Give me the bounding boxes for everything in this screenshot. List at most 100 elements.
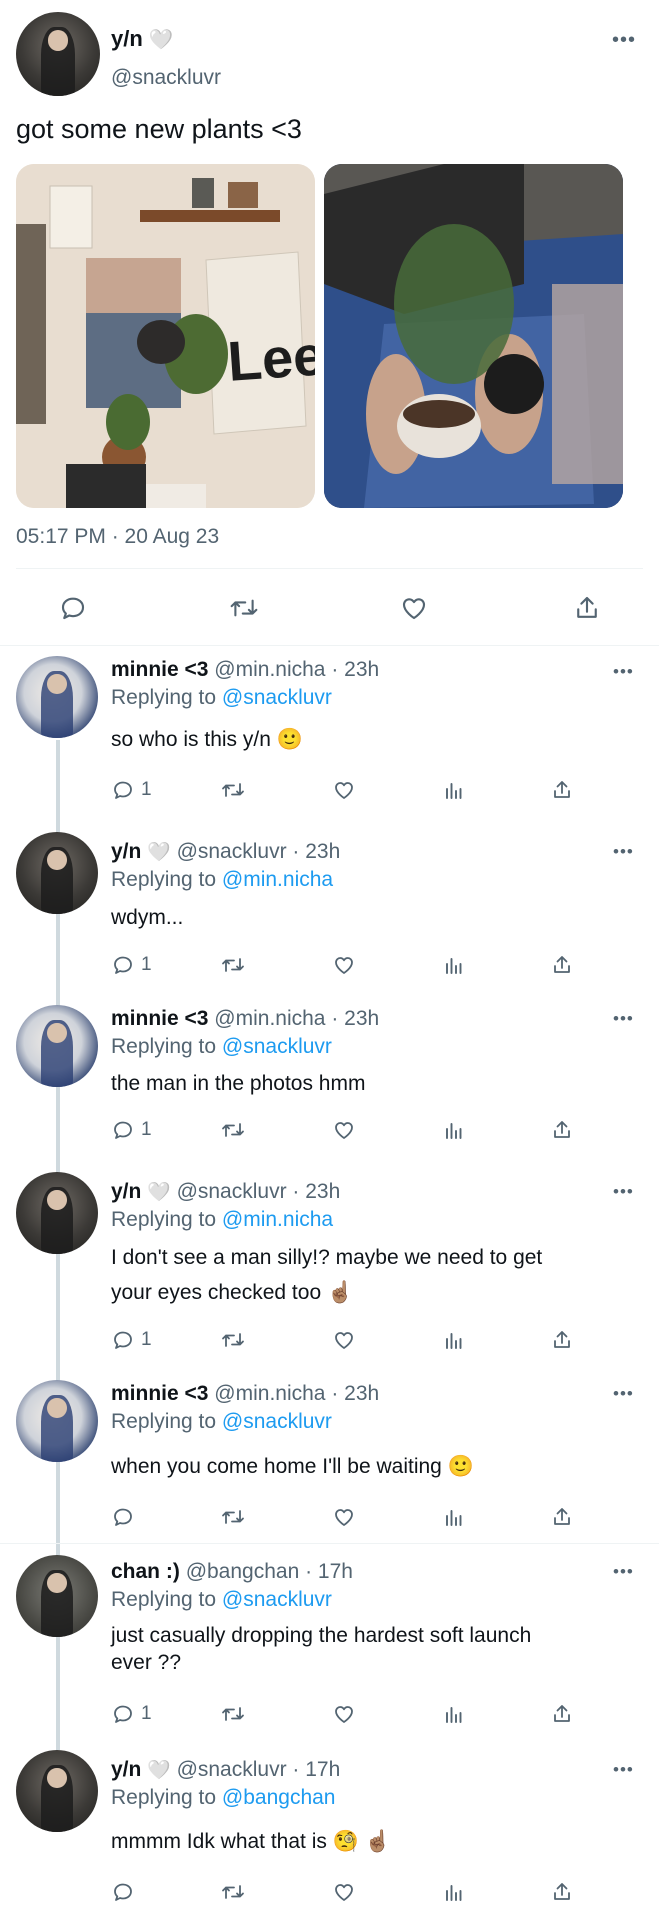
views-icon[interactable] (442, 953, 466, 977)
more-icon[interactable]: ••• (613, 1010, 634, 1027)
reply-icon[interactable]: 1 (111, 1328, 152, 1352)
reply-avatar[interactable] (16, 1555, 98, 1637)
more-icon[interactable]: ••• (613, 663, 634, 680)
more-icon[interactable]: ••• (612, 30, 636, 50)
reply-icon[interactable] (111, 1505, 141, 1529)
views-icon[interactable] (442, 778, 466, 802)
share-icon[interactable] (550, 1880, 574, 1904)
reply-avatar[interactable] (16, 656, 98, 738)
like-icon[interactable] (399, 593, 429, 623)
avatar-face (47, 674, 67, 694)
reply-avatar[interactable] (16, 1005, 98, 1087)
reply-time[interactable]: · 23h (292, 1180, 340, 1203)
share-icon[interactable] (550, 778, 574, 802)
reply-time[interactable]: · 23h (331, 658, 379, 681)
replying-to-link[interactable]: @snackluvr (222, 1410, 332, 1433)
reply-text-line-2: ever ?? (111, 1651, 182, 1674)
retweet-icon[interactable] (228, 593, 260, 623)
retweet-icon[interactable] (220, 1505, 246, 1529)
reply-name[interactable]: y/n (111, 1758, 141, 1781)
replying-to-link[interactable]: @snackluvr (222, 1035, 332, 1058)
reply-header: chan :) @bangchan · 17h (111, 1560, 353, 1584)
reply-time[interactable]: · 23h (292, 840, 340, 863)
like-icon[interactable] (332, 778, 356, 802)
more-icon[interactable]: ••• (613, 1385, 634, 1402)
more-icon[interactable]: ••• (613, 1563, 634, 1580)
reply-name[interactable]: y/n (111, 1180, 141, 1203)
like-icon[interactable] (332, 1118, 356, 1142)
reply-text-line-1: just casually dropping the hardest soft … (111, 1624, 532, 1647)
reply-avatar[interactable] (16, 832, 98, 914)
replying-to: Replying to @snackluvr (111, 1410, 332, 1434)
tweet-photo-1[interactable]: Lee (16, 164, 315, 508)
retweet-icon[interactable] (220, 1118, 246, 1142)
views-icon[interactable] (442, 1880, 466, 1904)
reply-name[interactable]: minnie <3 (111, 658, 208, 681)
replying-to-link[interactable]: @snackluvr (222, 686, 332, 709)
views-icon[interactable] (442, 1702, 466, 1726)
views-icon[interactable] (442, 1505, 466, 1529)
author-handle[interactable]: @snackluvr (111, 66, 221, 90)
like-icon[interactable] (332, 1505, 356, 1529)
share-icon[interactable] (550, 1328, 574, 1352)
replying-to-link[interactable]: @min.nicha (222, 1208, 333, 1231)
reply-handle[interactable]: @min.nicha (214, 1007, 325, 1030)
reply-icon[interactable] (111, 1880, 141, 1904)
reply-name[interactable]: minnie <3 (111, 1382, 208, 1405)
author-avatar[interactable] (16, 12, 100, 96)
reply-name[interactable]: chan :) (111, 1560, 180, 1583)
share-icon[interactable] (550, 1702, 574, 1726)
reply-icon[interactable]: 1 (111, 1702, 152, 1726)
reply-time[interactable]: · 17h (292, 1758, 340, 1781)
replying-label: Replying to (111, 1410, 217, 1433)
author-name[interactable]: y/n (111, 26, 143, 51)
reply-handle[interactable]: @min.nicha (214, 1382, 325, 1405)
reply-name[interactable]: y/n (111, 840, 141, 863)
share-icon[interactable] (572, 593, 602, 623)
retweet-icon[interactable] (220, 1702, 246, 1726)
avatar-face (47, 850, 67, 870)
reply-handle[interactable]: @bangchan (186, 1560, 300, 1583)
reply-icon[interactable]: 1 (111, 778, 152, 802)
reply-icon[interactable] (58, 593, 88, 623)
avatar-face (47, 1190, 67, 1210)
reply-handle[interactable]: @snackluvr (177, 1758, 287, 1781)
like-icon[interactable] (332, 1328, 356, 1352)
retweet-icon[interactable] (220, 778, 246, 802)
share-icon[interactable] (550, 1505, 574, 1529)
like-icon[interactable] (332, 1702, 356, 1726)
reply-time[interactable]: · 23h (331, 1382, 379, 1405)
reply-name[interactable]: minnie <3 (111, 1007, 208, 1030)
reply-header: y/n 🤍 @snackluvr · 23h (111, 840, 340, 864)
tweet-photo-2[interactable] (324, 164, 623, 508)
replying-to-link[interactable]: @bangchan (222, 1786, 336, 1809)
replying-to: Replying to @snackluvr (111, 686, 332, 710)
reply-handle[interactable]: @snackluvr (177, 1180, 287, 1203)
avatar-face (47, 1398, 67, 1418)
more-icon[interactable]: ••• (613, 1183, 634, 1200)
more-icon[interactable]: ••• (613, 843, 634, 860)
reply-avatar[interactable] (16, 1172, 98, 1254)
share-icon[interactable] (550, 953, 574, 977)
reply-avatar[interactable] (16, 1380, 98, 1462)
replying-to-link[interactable]: @min.nicha (222, 868, 333, 891)
like-icon[interactable] (332, 1880, 356, 1904)
tweet-timestamp[interactable]: 05:17 PM · 20 Aug 23 (16, 525, 219, 549)
reply-icon[interactable]: 1 (111, 1118, 152, 1142)
reply-time[interactable]: · 23h (331, 1007, 379, 1030)
retweet-icon[interactable] (220, 953, 246, 977)
reply-handle[interactable]: @snackluvr (177, 840, 287, 863)
views-icon[interactable] (442, 1328, 466, 1352)
retweet-icon[interactable] (220, 1880, 246, 1904)
views-icon[interactable] (442, 1118, 466, 1142)
retweet-icon[interactable] (220, 1328, 246, 1352)
replying-to-link[interactable]: @snackluvr (222, 1588, 332, 1611)
share-icon[interactable] (550, 1118, 574, 1142)
reply-time[interactable]: · 17h (305, 1560, 353, 1583)
like-icon[interactable] (332, 953, 356, 977)
reply-avatar[interactable] (16, 1750, 98, 1832)
more-icon[interactable]: ••• (613, 1761, 634, 1778)
replying-label: Replying to (111, 1588, 217, 1611)
reply-icon[interactable]: 1 (111, 953, 152, 977)
reply-handle[interactable]: @min.nicha (214, 658, 325, 681)
